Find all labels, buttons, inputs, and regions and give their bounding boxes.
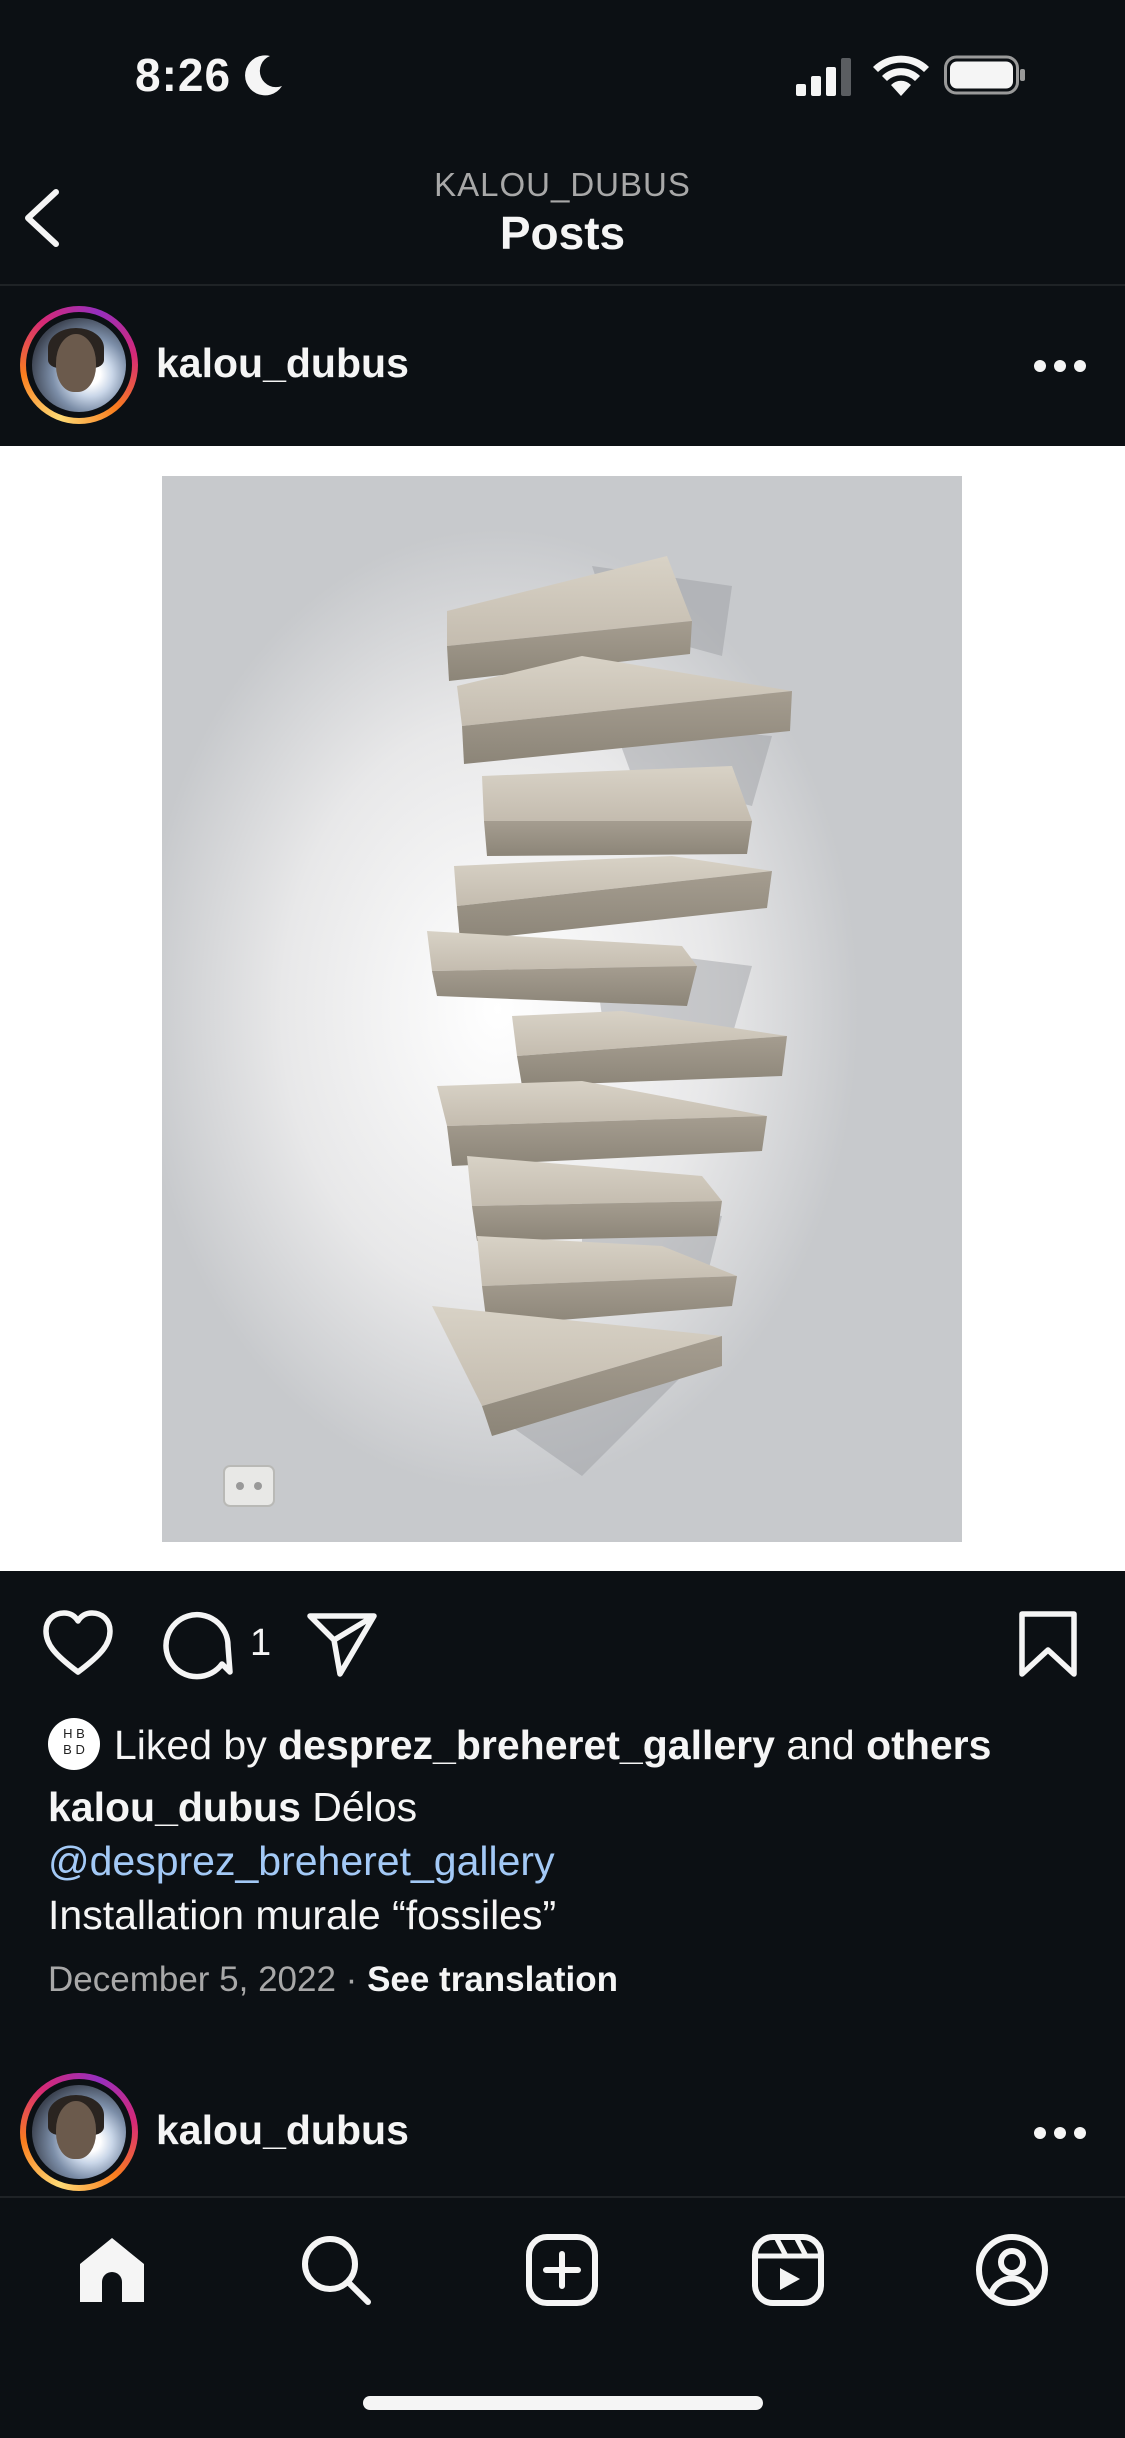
caption-line-1: kalou_dubus Délos	[48, 1784, 417, 1831]
wifi-icon	[873, 55, 929, 96]
moon-icon	[245, 55, 282, 96]
header-subtitle: KALOU_DUBUS	[434, 166, 691, 203]
comment-icon[interactable]	[160, 1606, 236, 1682]
create-icon[interactable]	[524, 2232, 600, 2308]
liked-by-avatar[interactable]: H B B D	[48, 1718, 100, 1770]
next-post-username[interactable]: kalou_dubus	[156, 2107, 409, 2154]
header-divider	[0, 284, 1125, 286]
liked-by-user[interactable]: desprez_breheret_gallery	[278, 1722, 775, 1768]
liked-by-prefix: Liked by	[114, 1722, 279, 1768]
status-time: 8:26	[135, 49, 232, 101]
next-post-avatar[interactable]	[20, 2073, 138, 2191]
reels-icon[interactable]	[750, 2232, 826, 2308]
caption-username[interactable]: kalou_dubus	[48, 1784, 301, 1830]
caption-text: Délos	[300, 1784, 418, 1830]
post-image[interactable]	[162, 476, 962, 1542]
home-icon[interactable]	[74, 2232, 150, 2308]
liked-by-others[interactable]: others	[866, 1722, 991, 1768]
comment-count: 1	[250, 1622, 272, 1664]
cellular-signal-icon	[796, 58, 851, 96]
home-indicator[interactable]	[363, 2396, 763, 2410]
profile-icon[interactable]	[974, 2232, 1050, 2308]
see-translation-link[interactable]: See translation	[367, 1960, 618, 1999]
share-send-icon[interactable]	[304, 1606, 380, 1682]
liked-by-and: and	[774, 1722, 867, 1768]
page-title: Posts	[499, 207, 626, 259]
liked-by-line: Liked by desprez_breheret_gallery and ot…	[114, 1722, 991, 1769]
avatar[interactable]	[20, 306, 138, 424]
next-post-more-options-icon[interactable]	[1030, 2123, 1090, 2143]
post-date: December 5, 2022	[48, 1960, 336, 1999]
post-meta-line: December 5, 2022 · See translation	[48, 1960, 618, 2000]
more-options-icon[interactable]	[1030, 356, 1090, 376]
like-heart-icon[interactable]	[40, 1606, 116, 1682]
meta-separator: ·	[335, 1960, 368, 1999]
battery-icon	[944, 55, 1025, 95]
caption-line-3: Installation murale “fossiles”	[48, 1892, 557, 1938]
search-icon[interactable]	[298, 2232, 374, 2308]
caption-mention[interactable]: @desprez_breheret_gallery	[48, 1838, 555, 1885]
save-bookmark-icon[interactable]	[1010, 1606, 1086, 1682]
post-username[interactable]: kalou_dubus	[156, 340, 409, 387]
